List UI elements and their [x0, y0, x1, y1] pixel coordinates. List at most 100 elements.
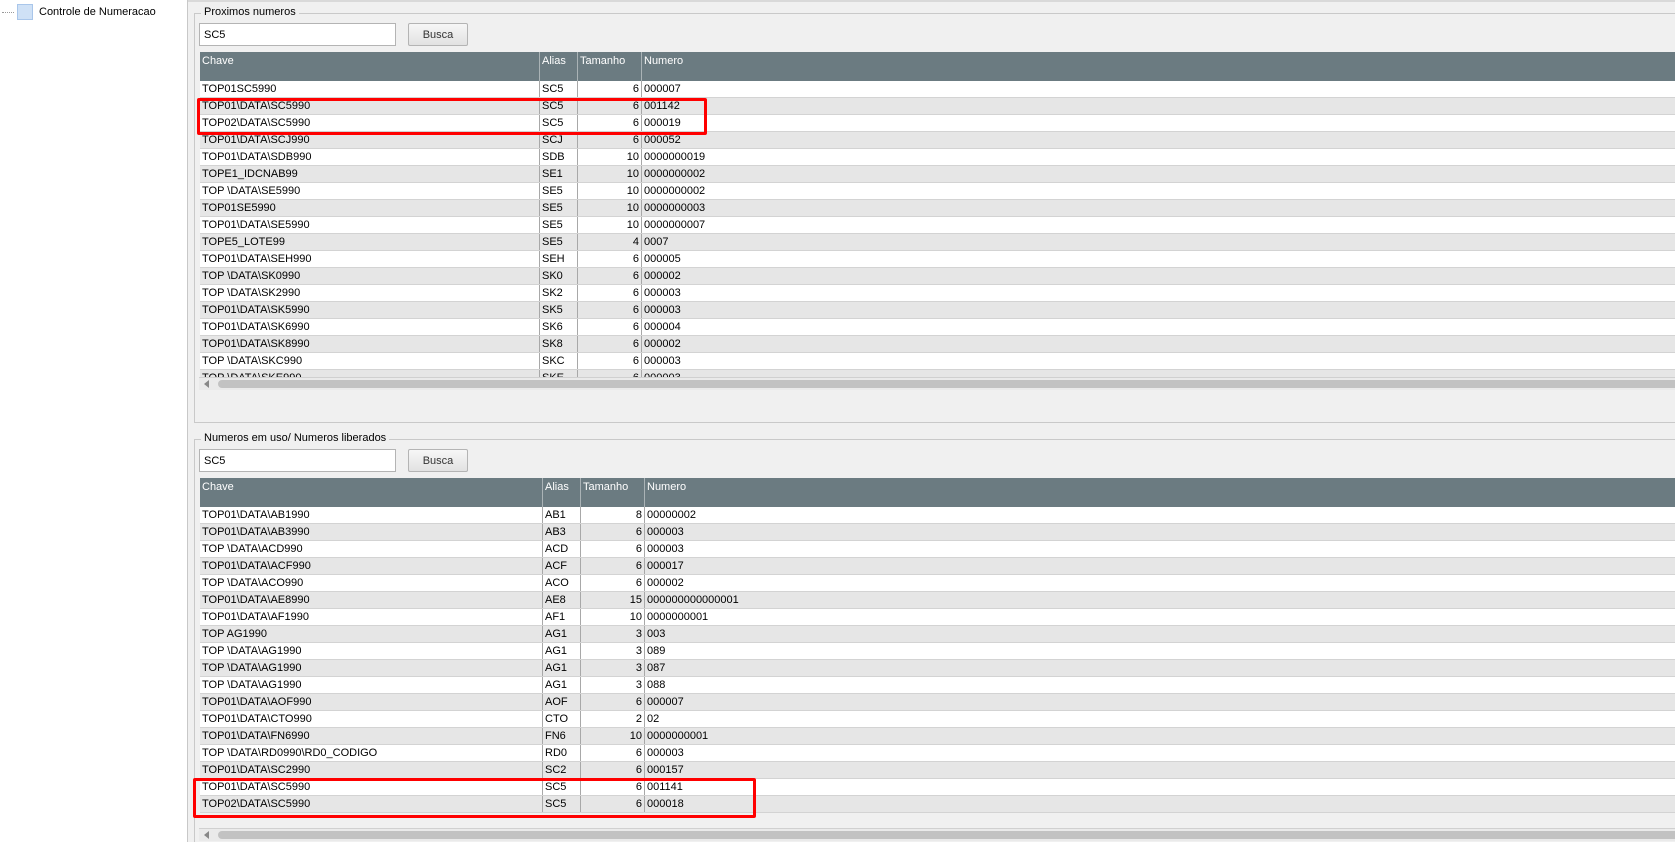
scroll-thumb[interactable]	[218, 831, 1675, 839]
table-row[interactable]: TOP \DATA\RD0990\RD0_CODIGO RD0 6 000003	[200, 745, 1675, 762]
table-cell: 000002	[644, 338, 681, 350]
search-input[interactable]	[199, 449, 396, 472]
table-cell: 0000000001	[647, 730, 709, 742]
table-row[interactable]: TOPE5_LOTE99 SE5 4 0007	[200, 234, 1675, 251]
table-row[interactable]: TOP \DATA\AG1990 AG1 3 087	[200, 660, 1675, 677]
table-row[interactable]: TOP02\DATA\SC5990 SC5 6 000019	[200, 115, 1675, 132]
table-cell: 000003	[644, 355, 681, 367]
table-row[interactable]: TOP01\DATA\SK5990 SK5 6 000003	[200, 302, 1675, 319]
table-cell: 6	[581, 524, 645, 540]
column-header[interactable]: Tamanho	[581, 478, 645, 507]
table-cell: 087	[647, 662, 666, 674]
table-cell: SE5	[540, 217, 578, 233]
table-row[interactable]: TOP01\DATA\ACF990 ACF 6 000017	[200, 558, 1675, 575]
table-cell: 000003	[644, 304, 681, 316]
table-cell: AE8	[543, 592, 581, 608]
table-row[interactable]: TOP01\DATA\FN6990 FN6 10 0000000001	[200, 728, 1675, 745]
search-button[interactable]: Busca	[408, 23, 468, 46]
column-header[interactable]: Alias	[540, 52, 578, 81]
column-header[interactable]: Tamanho	[578, 52, 642, 81]
table-row[interactable]: TOP01\DATA\AB1990 AB1 8 00000002	[200, 507, 1675, 524]
table-cell: TOP \DATA\SK0990	[200, 268, 540, 284]
table-row[interactable]: TOP01\DATA\CTO990 CTO 2 02	[200, 711, 1675, 728]
table-row[interactable]: TOP01\DATA\SEH990 SEH 6 000005	[200, 251, 1675, 268]
table-cell: ACF	[543, 558, 581, 574]
search-input[interactable]	[199, 23, 396, 46]
scroll-left-icon[interactable]	[204, 831, 209, 839]
table-cell: TOP \DATA\RD0990\RD0_CODIGO	[200, 745, 543, 761]
table-row[interactable]: TOP01\DATA\AOF990 AOF 6 000007	[200, 694, 1675, 711]
table-cell: 6	[578, 98, 642, 114]
table-row[interactable]: TOP01\DATA\SK8990 SK8 6 000002	[200, 336, 1675, 353]
data-grid: Chave Alias Tamanho Numero TOP01\DATA\AB1990…	[200, 478, 1675, 813]
table-row[interactable]: TOP \DATA\SE5990 SE5 10 0000000002	[200, 183, 1675, 200]
table-cell: ACO	[543, 575, 581, 591]
column-header[interactable]: Chave	[200, 478, 543, 507]
search-button[interactable]: Busca	[408, 449, 468, 472]
table-cell: 6	[578, 302, 642, 318]
table-row[interactable]: TOP \DATA\AG1990 AG1 3 088	[200, 677, 1675, 694]
main-panel: Proximos numeros Busca ChaveAliasTamanho…	[188, 0, 1675, 842]
table-cell: 6	[578, 353, 642, 369]
table-row[interactable]: TOP01\DATA\AE8990 AE8 15 000000000000001	[200, 592, 1675, 609]
scroll-thumb[interactable]	[218, 380, 1675, 388]
table-cell: 8	[581, 507, 645, 523]
scroll-left-icon[interactable]	[204, 380, 209, 388]
table-cell: 6	[578, 336, 642, 352]
table-cell: 000007	[644, 83, 681, 95]
table-row[interactable]: TOP01\DATA\AB3990 AB3 6 000003	[200, 524, 1675, 541]
table-cell: 000017	[647, 560, 684, 572]
table-row[interactable]: TOP01SE5990 SE5 10 0000000003	[200, 200, 1675, 217]
table-cell: 001142	[644, 100, 680, 112]
horizontal-scrollbar[interactable]	[199, 828, 1675, 841]
table-row[interactable]: TOP01\DATA\SCJ990 SCJ 6 000052	[200, 132, 1675, 149]
column-header[interactable]: Chave	[200, 52, 540, 81]
table-row[interactable]: TOP01\DATA\SK6990 SK6 6 000004	[200, 319, 1675, 336]
tree-item-controle-numeracao[interactable]: Controle de Numeracao	[0, 2, 188, 22]
table-cell: 6	[578, 319, 642, 335]
navigation-tree: Controle de Numeracao	[0, 0, 188, 842]
table-cell: TOP01\DATA\SK6990	[200, 319, 540, 335]
folder-icon	[17, 4, 33, 20]
table-row[interactable]: TOP \DATA\ACD990 ACD 6 000003	[200, 541, 1675, 558]
table-row[interactable]: TOP01\DATA\SC5990 SC5 6 001142	[200, 98, 1675, 115]
horizontal-scrollbar[interactable]	[199, 377, 1675, 390]
table-cell: TOP01\DATA\AOF990	[200, 694, 543, 710]
table-cell: TOP02\DATA\SC5990	[200, 796, 543, 812]
app-window: Controle de Numeracao Proximos numeros B…	[0, 0, 1675, 842]
table-cell: SK6	[540, 319, 578, 335]
table-row[interactable]: TOP AG1990 AG1 3 003	[200, 626, 1675, 643]
table-row[interactable]: TOP \DATA\SKC990 SKC 6 000003	[200, 353, 1675, 370]
table-cell: 6	[578, 132, 642, 148]
table-cell: 00000002	[647, 509, 696, 521]
table-row[interactable]: TOP01SC5990 SC5 6 000007	[200, 81, 1675, 98]
table-cell: SE5	[540, 183, 578, 199]
table-cell: TOP \DATA\SK2990	[200, 285, 540, 301]
proximos-numeros-group: Proximos numeros Busca ChaveAliasTamanho…	[194, 6, 1675, 423]
table-row[interactable]: TOP01\DATA\SC2990 SC2 6 000157	[200, 762, 1675, 779]
table-row[interactable]: TOP \DATA\ACO990 ACO 6 000002	[200, 575, 1675, 592]
table-row[interactable]: TOP02\DATA\SC5990 SC5 6 000018	[200, 796, 1675, 813]
column-header[interactable]: Alias	[543, 478, 581, 507]
table-cell: 10	[581, 728, 645, 744]
table-cell: 000052	[644, 134, 681, 146]
table-row[interactable]: TOP01\DATA\SDB990 SDB 10 0000000019	[200, 149, 1675, 166]
table-cell: 000019	[644, 117, 681, 129]
table-cell: 6	[581, 694, 645, 710]
table-cell: 089	[647, 645, 666, 657]
column-header[interactable]: Numero	[642, 52, 1675, 81]
table-cell: TOP01\DATA\SK8990	[200, 336, 540, 352]
table-row[interactable]: TOP01\DATA\SE5990 SE5 10 0000000007	[200, 217, 1675, 234]
table-row[interactable]: TOPE1_IDCNAB99 SE1 10 0000000002	[200, 166, 1675, 183]
table-row[interactable]: TOP \DATA\AG1990 AG1 3 089	[200, 643, 1675, 660]
table-cell: 15	[581, 592, 645, 608]
table-cell: 0007	[644, 236, 669, 248]
column-header[interactable]: Numero	[645, 478, 1675, 507]
tree-connector	[2, 11, 14, 13]
table-row[interactable]: TOP01\DATA\AF1990 AF1 10 0000000001	[200, 609, 1675, 626]
table-row[interactable]: TOP \DATA\SK2990 SK2 6 000003	[200, 285, 1675, 302]
table-cell: 088	[647, 679, 666, 691]
table-cell: 6	[581, 558, 645, 574]
table-row[interactable]: TOP01\DATA\SC5990 SC5 6 001141	[200, 779, 1675, 796]
table-row[interactable]: TOP \DATA\SK0990 SK0 6 000002	[200, 268, 1675, 285]
